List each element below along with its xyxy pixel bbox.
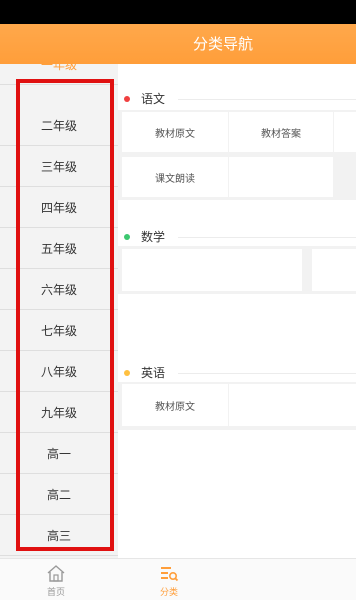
category-item-empty [229,384,356,426]
section-math-header: 数学 [118,226,356,248]
sidebar-item-grade-5[interactable]: 五年级 [0,228,118,269]
status-bar [0,0,356,24]
grade-sidebar[interactable]: 一年级 二年级 三年级 四年级 五年级 六年级 七年级 八年级 九年级 高一 高… [0,64,118,558]
section-title: 英语 [141,366,166,380]
tab-home-label: 首页 [46,588,65,598]
home-icon [47,565,65,582]
section-chinese-header: 语文 [118,88,356,110]
section-title: 数学 [141,230,166,244]
header-bar: 分类导航 [0,24,356,64]
sidebar-item-senior-1[interactable]: 高一 [0,433,118,474]
section-dot-icon [124,370,130,376]
sidebar-item-grade-9[interactable]: 九年级 [0,392,118,433]
sidebar-item-senior-2[interactable]: 高二 [0,474,118,515]
category-item-english-original[interactable]: 教材原文 [122,384,228,426]
tab-category-label: 分类 [159,588,178,598]
section-english-header: 英语 [118,362,356,384]
tab-home[interactable]: 首页 [26,559,86,601]
sidebar-item-senior-3[interactable]: 高三 [0,515,118,556]
category-item-textbook-answers[interactable]: 教材答案 [229,112,333,152]
category-item-empty [229,157,333,197]
section-dot-icon [124,96,130,102]
category-item-textbook-original[interactable]: 教材原文 [122,112,228,152]
sidebar-item-grade-4[interactable]: 四年级 [0,187,118,228]
bottom-tab-bar: 首页 分类 [0,558,356,600]
category-item-math-2[interactable] [312,249,356,291]
category-icon [161,567,179,582]
divider [178,373,356,374]
category-content: 语文 教材原文 教材答案 课文朗读 数学 英语 教材原文 [118,64,356,558]
tab-category[interactable]: 分类 [139,559,199,601]
sidebar-item-grade-3[interactable]: 三年级 [0,146,118,187]
sidebar-item-grade-1[interactable]: 一年级 [0,64,118,85]
category-item-empty [334,112,356,152]
sidebar-item-grade-2[interactable]: 二年级 [0,105,118,146]
section-title: 语文 [141,92,166,106]
category-item-text-reading[interactable]: 课文朗读 [122,157,228,197]
sidebar-item-grade-6[interactable]: 六年级 [0,269,118,310]
sidebar-item-grade-8[interactable]: 八年级 [0,351,118,392]
category-item-math-1[interactable] [122,249,302,291]
page-title: 分类导航 [192,35,253,53]
divider [178,237,356,238]
divider [178,99,356,100]
section-dot-icon [124,234,130,240]
sidebar-item-grade-7[interactable]: 七年级 [0,310,118,351]
